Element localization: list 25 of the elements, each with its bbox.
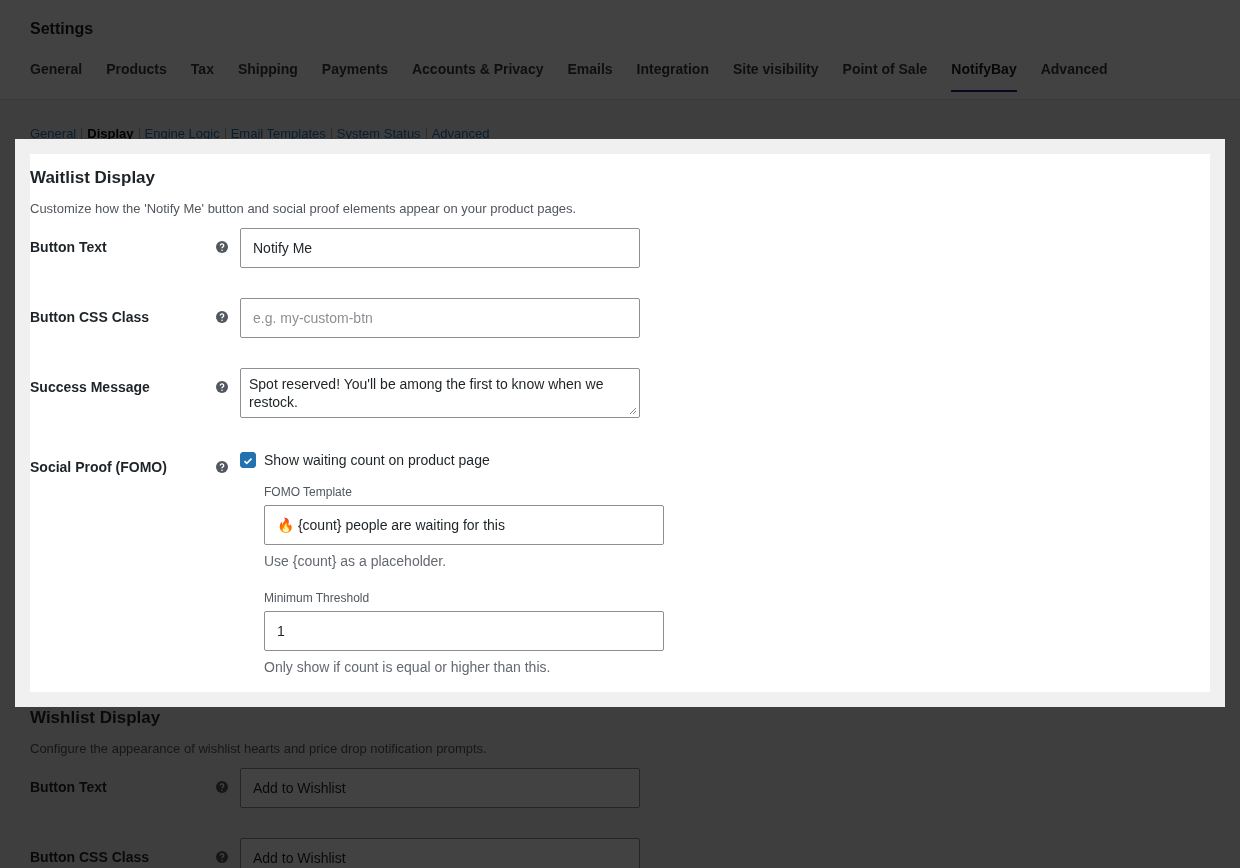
field-label: Button CSS Class [30, 308, 150, 327]
checkbox-label: Show waiting count on product page [264, 451, 490, 470]
field-label: Button Text [30, 238, 108, 257]
page-title: Settings [30, 19, 95, 39]
field-label: Minimum Threshold [264, 590, 371, 606]
field-hint: Only show if count is equal or higher than this. [264, 658, 552, 676]
help-icon[interactable] [216, 311, 228, 323]
help-icon[interactable] [216, 381, 228, 393]
field-label: Social Proof (FOMO) [30, 458, 168, 477]
checkbox[interactable] [240, 452, 256, 468]
text-field[interactable]: 1 [264, 611, 664, 651]
textarea-field[interactable]: Spot reserved! You'll be among the first to know when we restock. [240, 368, 640, 418]
nav-tab[interactable]: NotifyBay [951, 59, 1017, 92]
text-field[interactable]: Notify Me [240, 228, 640, 268]
help-icon[interactable] [216, 461, 228, 473]
subnav-link[interactable]: Display [87, 126, 134, 142]
section-description: Customize how the 'Notify Me' button and social proof elements appear on your product pages. [30, 200, 578, 218]
field-label: Success Message [30, 378, 151, 397]
section-title: Waitlist Display [30, 167, 156, 189]
text-field[interactable]: 🔥 {count} people are waiting for this [264, 505, 664, 545]
help-icon[interactable] [216, 241, 228, 253]
field-hint: Use {count} as a placeholder. [264, 552, 448, 570]
text-field[interactable]: e.g. my-custom-btn [240, 298, 640, 338]
field-label: FOMO Template [264, 484, 353, 500]
resize-grip-icon[interactable] [629, 407, 637, 415]
